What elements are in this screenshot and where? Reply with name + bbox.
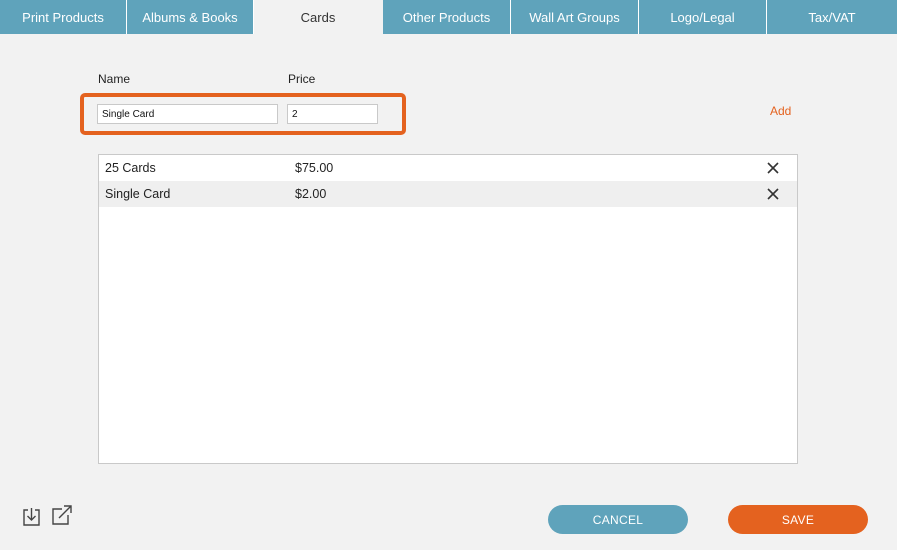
tab-tax-vat[interactable]: Tax/VAT xyxy=(767,0,897,34)
delete-icon[interactable] xyxy=(766,187,780,201)
export-icon[interactable] xyxy=(51,504,73,526)
item-price: $75.00 xyxy=(295,161,334,175)
tab-logo-legal[interactable]: Logo/Legal xyxy=(639,0,767,34)
list-item: 25 Cards $75.00 xyxy=(99,155,797,181)
save-button[interactable]: SAVE xyxy=(728,505,868,534)
delete-icon[interactable] xyxy=(766,161,780,175)
name-label: Name xyxy=(98,72,131,86)
add-button[interactable]: Add xyxy=(770,104,791,118)
list-item: Single Card $2.00 xyxy=(99,181,797,207)
item-name: 25 Cards xyxy=(105,161,156,175)
tab-wall-art-groups[interactable]: Wall Art Groups xyxy=(511,0,639,34)
item-list: 25 Cards $75.00 Single Card $2.00 xyxy=(98,154,798,464)
tab-print-products[interactable]: Print Products xyxy=(0,0,127,34)
cancel-button[interactable]: CANCEL xyxy=(548,505,688,534)
tab-cards[interactable]: Cards xyxy=(254,0,383,34)
name-input[interactable] xyxy=(97,104,278,124)
item-name: Single Card xyxy=(105,187,171,201)
tab-other-products[interactable]: Other Products xyxy=(383,0,511,34)
item-price: $2.00 xyxy=(295,187,327,201)
tab-albums-books[interactable]: Albums & Books xyxy=(127,0,254,34)
tab-bar: Print Products Albums & Books Cards Othe… xyxy=(0,0,897,34)
import-icon[interactable] xyxy=(22,507,42,527)
price-input[interactable] xyxy=(287,104,378,124)
price-label: Price xyxy=(288,72,316,86)
